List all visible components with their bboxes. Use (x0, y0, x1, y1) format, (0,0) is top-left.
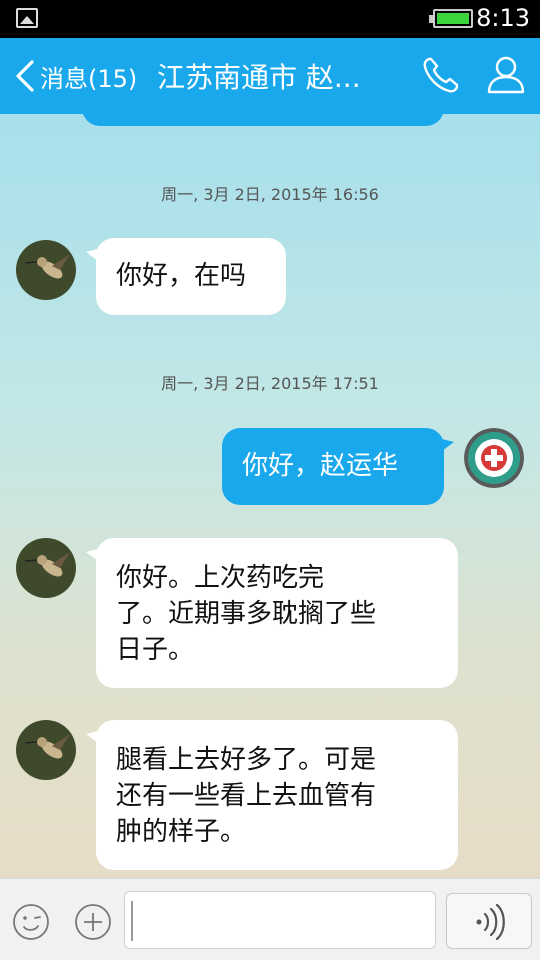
message-text: 你好，赵运华 (242, 451, 399, 481)
message-bubble[interactable]: 你好，在吗 (86, 238, 286, 315)
message-bubble[interactable]: 你好。上次药吃完 了。近期事多耽搁了些 日子。 (86, 538, 458, 688)
message-list[interactable]: 周一, 3月 2日, 2015年 16:56 你好，在吗 周一, 3月 2日, … (0, 114, 540, 878)
hummingbird-avatar[interactable] (16, 538, 76, 598)
chevron-left-icon (16, 60, 34, 92)
hummingbird-avatar[interactable] (16, 720, 76, 780)
message-input[interactable] (124, 891, 436, 949)
previous-message-bubble[interactable] (82, 114, 444, 126)
back-label: 消息(15) (40, 64, 138, 93)
message-text-line: 你好。上次药吃完 (116, 563, 325, 593)
message-text: 你好，在吗 (116, 261, 247, 291)
message-text-line: 肿的样子。 (116, 817, 247, 847)
voice-icon (476, 904, 505, 940)
clinic-logo-avatar[interactable] (464, 428, 524, 488)
hummingbird-avatar[interactable] (16, 240, 76, 300)
status-time: 8:13 (476, 4, 530, 32)
message-bubble[interactable]: 腿看上去好多了。可是 还有一些看上去血管有 肿的样子。 (86, 720, 458, 870)
message-input-bar (0, 878, 540, 960)
contact-icon[interactable] (484, 54, 528, 96)
message-text-line: 日子。 (116, 635, 195, 665)
message-text-line: 还有一些看上去血管有 (116, 781, 377, 811)
plus-icon[interactable] (74, 903, 112, 941)
phone-icon[interactable] (420, 54, 462, 96)
message-bubble[interactable]: 你好，赵运华 (222, 428, 454, 505)
chat-header: 消息(15) 江苏南通市 赵... (0, 38, 540, 114)
status-bar: 8:13 (0, 0, 540, 38)
text-cursor (131, 901, 133, 941)
message-text-line: 了。近期事多耽搁了些 (116, 599, 377, 629)
battery-icon (429, 9, 473, 28)
timestamp: 周一, 3月 2日, 2015年 17:51 (161, 374, 379, 393)
voice-button[interactable] (446, 893, 532, 949)
timestamp: 周一, 3月 2日, 2015年 16:56 (161, 185, 379, 204)
message-text-line: 腿看上去好多了。可是 (116, 745, 377, 775)
chat-title: 江苏南通市 赵... (157, 61, 361, 94)
gallery-notification-icon (16, 8, 38, 28)
smiley-icon[interactable] (12, 903, 50, 941)
back-button[interactable]: 消息(15) (12, 38, 137, 114)
